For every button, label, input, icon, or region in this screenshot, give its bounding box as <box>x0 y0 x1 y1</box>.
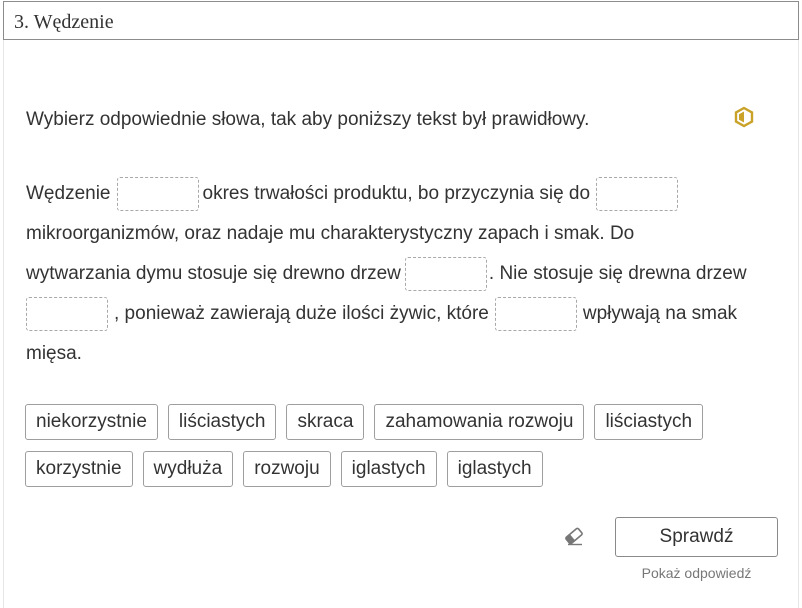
passage-line-3: wytwarzania dymu stosuje się drewno drze… <box>26 254 747 294</box>
passage-text: Wędzenie <box>26 183 111 204</box>
passage-text: mikroorganizmów, oraz nadaje mu charakte… <box>26 223 635 244</box>
word-chip[interactable]: liściastych <box>594 404 704 440</box>
drop-slot-5[interactable] <box>494 297 577 331</box>
eraser-icon[interactable] <box>562 525 586 547</box>
exercise-header: 3. Wędzenie <box>3 1 799 40</box>
passage-line-5: mięsa. <box>26 334 82 374</box>
hexagon-icon[interactable] <box>734 106 754 128</box>
word-chip[interactable]: niekorzystnie <box>25 404 158 440</box>
instruction-text: Wybierz odpowiednie słowa, tak aby poniż… <box>26 109 590 130</box>
word-chip[interactable]: skraca <box>286 404 365 440</box>
passage-text: . Nie stosuje się drewna drzew <box>488 263 747 284</box>
word-chip[interactable]: iglastych <box>446 451 543 487</box>
drop-slot-3[interactable] <box>404 257 487 291</box>
card-border-right <box>798 40 799 608</box>
passage-text: okres trwałości produktu, bo przyczynia … <box>202 183 591 204</box>
drop-slot-2[interactable] <box>596 177 679 211</box>
passage-text: , ponieważ zawierają duże ilości żywic, … <box>114 303 489 324</box>
passage-text: wytwarzania dymu stosuje się drewno drze… <box>26 263 401 284</box>
word-chip[interactable]: wydłuża <box>142 451 234 487</box>
passage-text: wpływają na smak <box>582 303 738 324</box>
drop-slot-1[interactable] <box>116 177 199 211</box>
word-bank-row-1: niekorzystnie liściastych skraca zahamow… <box>25 404 704 440</box>
show-answer-link[interactable]: Pokaż odpowiedź <box>615 565 778 581</box>
passage-line-1: Wędzenie okres trwałości produktu, bo pr… <box>26 174 679 214</box>
passage-line-4: , ponieważ zawierają duże ilości żywic, … <box>26 294 737 334</box>
word-chip[interactable]: rozwoju <box>243 451 331 487</box>
card-border-left <box>3 40 4 608</box>
word-chip[interactable]: zahamowania rozwoju <box>374 404 585 440</box>
word-bank-row-2: korzystnie wydłuża rozwoju iglastych igl… <box>25 451 543 487</box>
passage-line-2: mikroorganizmów, oraz nadaje mu charakte… <box>26 214 634 254</box>
word-chip[interactable]: korzystnie <box>25 451 133 487</box>
exercise-title: 3. Wędzenie <box>14 11 114 33</box>
word-chip[interactable]: iglastych <box>340 451 437 487</box>
drop-slot-4[interactable] <box>26 297 108 331</box>
check-button[interactable]: Sprawdź <box>615 517 778 557</box>
word-chip[interactable]: liściastych <box>167 404 277 440</box>
passage-text: mięsa. <box>26 343 82 364</box>
